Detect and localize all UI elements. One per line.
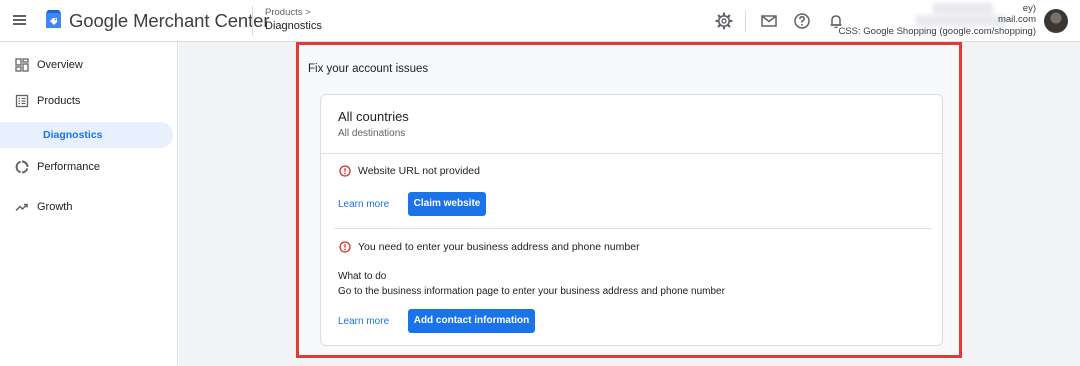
sidebar-item-growth[interactable]: Growth [0,195,178,221]
help-icon[interactable] [792,11,812,31]
account-name: ey) [1022,3,1036,14]
app-name[interactable]: Google Merchant Center [69,10,269,32]
issues-card: All countries All destinations Website U… [320,94,943,346]
panel-title: Fix your account issues [308,63,429,75]
add-contact-information-button[interactable]: Add contact information [408,309,535,333]
sidebar: Overview Products Diagnostics Performanc… [0,42,178,366]
sidebar-item-overview[interactable]: Overview [0,53,178,79]
header-icon-divider [745,10,746,32]
card-subtitle: All destinations [338,128,406,139]
issue-text: You need to enter your business address … [358,241,640,253]
learn-more-link[interactable]: Learn more [338,316,389,327]
what-to-do-text: Go to the business information page to e… [338,286,725,297]
sidebar-item-label: Growth [37,201,73,213]
account-css: CSS: Google Shopping (google.com/shoppin… [838,26,1036,37]
top-app-bar: Google Merchant Center Products > Diagno… [0,0,1080,42]
list-icon [15,94,29,108]
issue-text: Website URL not provided [358,165,480,177]
trending-up-icon [15,203,28,212]
breadcrumb-current: Diagnostics [265,20,322,32]
dashboard-icon [15,58,29,72]
breadcrumb-parent[interactable]: Products > [265,7,311,18]
error-icon [339,165,351,177]
main-menu-icon[interactable] [11,11,29,29]
redacted-account-email [916,15,1006,26]
mail-icon[interactable] [759,11,779,31]
card-title: All countries [338,109,409,124]
main-content: Fix your account issues All countries Al… [179,42,1080,366]
sidebar-item-products[interactable]: Products [0,89,178,115]
sidebar-item-label: Products [37,95,81,107]
claim-website-button[interactable]: Claim website [408,192,486,216]
avatar[interactable] [1044,9,1068,33]
header-divider [252,6,253,36]
card-divider [321,153,942,154]
sidebar-item-performance[interactable]: Performance [0,155,178,181]
issue-divider [334,228,932,229]
donut-chart-icon [15,160,29,174]
sidebar-item-label: Diagnostics [43,129,103,141]
what-to-do-label: What to do [338,271,387,282]
sidebar-item-label: Overview [37,59,83,71]
sidebar-item-diagnostics[interactable]: Diagnostics [0,122,173,148]
merchant-center-logo-icon [46,10,61,28]
learn-more-link[interactable]: Learn more [338,199,389,210]
account-email: mail.com [997,14,1036,25]
gear-icon[interactable] [714,11,734,31]
sidebar-item-label: Performance [37,161,100,173]
redacted-account-name [933,3,993,15]
error-icon [339,241,351,253]
